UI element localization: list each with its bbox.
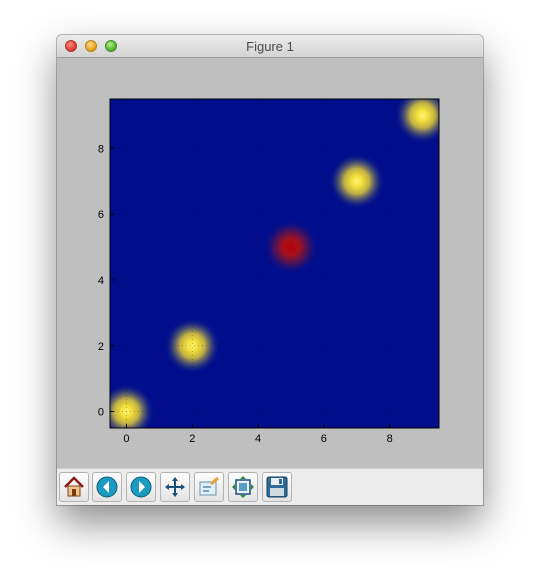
window-title: Figure 1: [246, 39, 294, 54]
y-tick-label: 8: [98, 143, 104, 155]
navigation-toolbar: [57, 468, 483, 505]
floppy-disk-icon: [266, 476, 288, 498]
zoom-button[interactable]: [194, 472, 224, 502]
heatmap-chart[interactable]: 0 2 4 6 8 0 2 4 6 8: [57, 58, 483, 468]
home-button[interactable]: [59, 472, 89, 502]
figure-window: Figure 1 0 2 4 6 8 0 2 4 6 8: [57, 35, 483, 505]
x-tick-label: 6: [321, 433, 327, 445]
zoom-rect-icon: [199, 476, 219, 496]
heatmap-hotspot-1: [164, 317, 221, 374]
x-tick-label: 8: [387, 433, 393, 445]
title-bar[interactable]: Figure 1: [57, 35, 483, 58]
save-button[interactable]: [262, 472, 292, 502]
home-icon: [64, 476, 84, 497]
heatmap-hotspot-3: [328, 153, 385, 210]
y-tick-label: 0: [98, 407, 104, 419]
y-tick-label: 2: [98, 341, 104, 353]
move-icon: [165, 477, 185, 497]
y-tick-label: 6: [98, 209, 104, 221]
heatmap-hotspot-4: [394, 99, 439, 144]
subplots-button[interactable]: [228, 472, 258, 502]
figure-canvas[interactable]: 0 2 4 6 8 0 2 4 6 8: [57, 58, 483, 468]
subplots-icon: [232, 476, 254, 498]
forward-button[interactable]: [126, 472, 156, 502]
x-tick-label: 0: [123, 433, 129, 445]
forward-arrow-icon: [130, 476, 152, 498]
x-tick-label: 2: [189, 433, 195, 445]
back-button[interactable]: [92, 472, 122, 502]
x-tick-label: 4: [255, 433, 261, 445]
heatmap-hotspot-2: [262, 219, 319, 276]
back-arrow-icon: [96, 476, 118, 498]
y-tick-label: 4: [98, 275, 104, 287]
pan-button[interactable]: [160, 472, 190, 502]
